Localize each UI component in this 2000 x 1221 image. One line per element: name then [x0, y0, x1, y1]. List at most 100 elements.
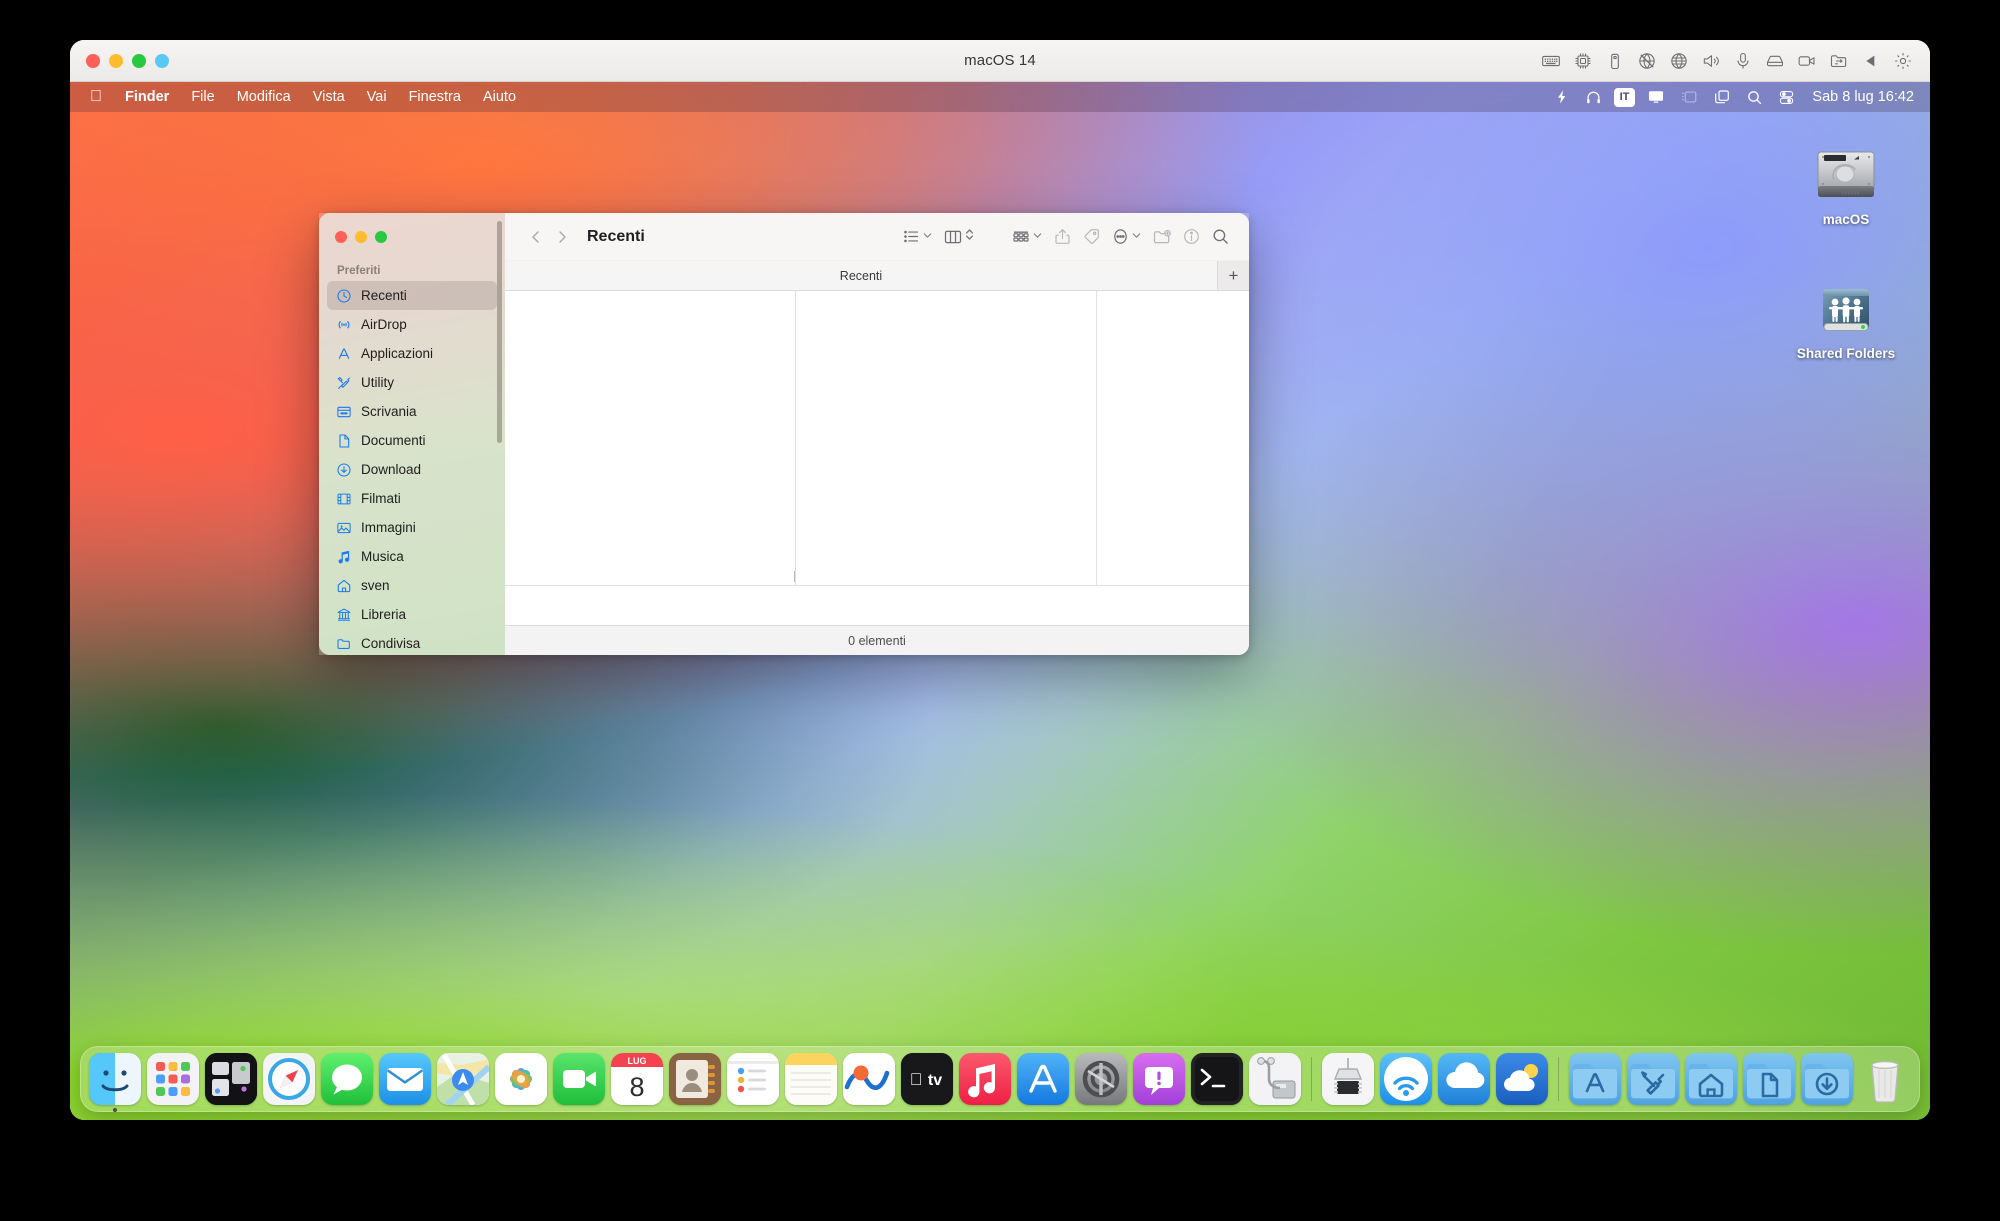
finder-minimize-button[interactable] [355, 231, 367, 243]
dock-item-icloud[interactable] [1438, 1053, 1490, 1105]
sidebar-item-sven[interactable]: sven [327, 571, 497, 600]
globe-icon[interactable] [1664, 47, 1694, 75]
dock-folder-documents[interactable] [1743, 1053, 1795, 1105]
stepper-icon[interactable] [964, 227, 975, 247]
harddisk-icon[interactable] [1760, 47, 1790, 75]
keyboard-icon[interactable] [1536, 47, 1566, 75]
dock-item-maps[interactable] [437, 1053, 489, 1105]
search-button[interactable] [1206, 224, 1235, 250]
play-triangle-icon[interactable] [1856, 47, 1886, 75]
tag-button[interactable] [1077, 224, 1106, 250]
sidebar-item-recenti[interactable]: Recenti [327, 281, 497, 310]
dock-item-appstore[interactable] [1017, 1053, 1069, 1105]
menubar-clock[interactable]: Sab 8 lug 16:42 [1804, 89, 1914, 105]
dock-item-safari[interactable] [263, 1053, 315, 1105]
dock-item-weather[interactable] [1496, 1053, 1548, 1105]
desktop[interactable]:  Finder File Modifica Vista Vai Finestr… [70, 82, 1930, 1120]
usb-icon[interactable] [1600, 47, 1630, 75]
dock-folder-downloads[interactable] [1801, 1053, 1853, 1105]
dock-item-messages[interactable] [321, 1053, 373, 1105]
desktop-icon-macos[interactable]: macOS [1786, 134, 1906, 227]
dock-item-system-settings[interactable] [1075, 1053, 1127, 1105]
shared-folder-icon[interactable] [1824, 47, 1854, 75]
sidebar-scroll-area[interactable]: Preferiti Recenti AirDrop Applicazioni [319, 261, 505, 655]
dock-item-photos[interactable] [495, 1053, 547, 1105]
dock-item-mail[interactable] [379, 1053, 431, 1105]
control-center-icon[interactable] [1772, 82, 1801, 112]
sidebar-item-airdrop[interactable]: AirDrop [327, 310, 497, 339]
dock-item-contacts[interactable] [669, 1053, 721, 1105]
dock-item-mission-control[interactable] [205, 1053, 257, 1105]
dock-item-appletv[interactable]:  tv [901, 1053, 953, 1105]
dock-folder-home[interactable] [1685, 1053, 1737, 1105]
dock-item-facetime[interactable] [553, 1053, 605, 1105]
column-3[interactable] [1097, 291, 1249, 585]
column-2[interactable] [796, 291, 1096, 585]
dock-folder-utilities[interactable] [1627, 1053, 1679, 1105]
speaker-icon[interactable] [1696, 47, 1726, 75]
menu-vista[interactable]: Vista [302, 82, 356, 112]
dock-item-calendar[interactable]: LUG 8 [611, 1053, 663, 1105]
column-view-button[interactable] [938, 224, 980, 250]
chevron-down-icon[interactable] [1131, 228, 1142, 246]
forward-button[interactable] [549, 224, 575, 250]
sidebar-item-documenti[interactable]: Documenti [327, 426, 497, 455]
menu-finestra[interactable]: Finestra [398, 82, 472, 112]
share-button[interactable] [1048, 224, 1077, 250]
info-button[interactable] [1177, 224, 1206, 250]
dock-item-podcasts[interactable] [1133, 1053, 1185, 1105]
sidebar-item-applicazioni[interactable]: Applicazioni [327, 339, 497, 368]
desktop-icon-shared-folders[interactable]: Shared Folders [1786, 268, 1906, 361]
apple-menu-icon[interactable]:  [82, 82, 114, 112]
finder-sidebar[interactable]: Preferiti Recenti AirDrop Applicazioni [319, 213, 505, 655]
more-actions-button[interactable] [1106, 224, 1147, 250]
network-disabled-icon[interactable] [1632, 47, 1662, 75]
menu-aiuto[interactable]: Aiuto [472, 82, 527, 112]
dock-folder-applications[interactable] [1569, 1053, 1621, 1105]
sidebar-item-libreria[interactable]: Libreria [327, 600, 497, 629]
sidebar-item-filmati[interactable]: Filmati [327, 484, 497, 513]
gear-icon[interactable] [1888, 47, 1918, 75]
dock-item-airport-utility[interactable] [1380, 1053, 1432, 1105]
bolt-icon[interactable] [1548, 82, 1576, 112]
sidebar-item-musica[interactable]: Musica [327, 542, 497, 571]
camera-icon[interactable] [1792, 47, 1822, 75]
dock-item-hardware-tool[interactable] [1322, 1053, 1374, 1105]
tab-recenti[interactable]: Recenti [505, 261, 1217, 290]
sidebar-item-utility[interactable]: Utility [327, 368, 497, 397]
sidebar-scrollbar[interactable] [497, 221, 502, 443]
sidebar-item-scrivania[interactable]: Scrivania [327, 397, 497, 426]
group-by-button[interactable] [1006, 224, 1048, 250]
sidebar-icon[interactable] [1674, 82, 1704, 112]
menu-finder[interactable]: Finder [114, 82, 180, 112]
sidebar-item-download[interactable]: Download [327, 455, 497, 484]
finder-zoom-button[interactable] [375, 231, 387, 243]
dock-item-finder[interactable] [89, 1053, 141, 1105]
chevron-down-icon[interactable] [1032, 228, 1043, 246]
finder-window[interactable]: Preferiti Recenti AirDrop Applicazioni [319, 213, 1249, 655]
new-tab-button[interactable]: + [1217, 261, 1249, 290]
microphone-icon[interactable] [1728, 47, 1758, 75]
dock-item-disk-utility[interactable] [1249, 1053, 1301, 1105]
dock-item-notes[interactable] [785, 1053, 837, 1105]
headphones-icon[interactable] [1579, 82, 1608, 112]
menu-file[interactable]: File [180, 82, 225, 112]
list-view-button[interactable] [897, 224, 938, 250]
dock-item-freeform[interactable] [843, 1053, 895, 1105]
dock-item-terminal[interactable] [1191, 1053, 1243, 1105]
sidebar-item-condivisa[interactable]: Condivisa [327, 629, 497, 655]
new-folder-button[interactable] [1147, 224, 1177, 250]
menu-vai[interactable]: Vai [356, 82, 398, 112]
display-icon[interactable] [1641, 82, 1671, 112]
menu-modifica[interactable]: Modifica [226, 82, 302, 112]
finder-close-button[interactable] [335, 231, 347, 243]
cpu-icon[interactable] [1568, 47, 1598, 75]
sidebar-item-immagini[interactable]: Immagini [327, 513, 497, 542]
dock-item-music[interactable] [959, 1053, 1011, 1105]
windows-icon[interactable] [1707, 82, 1737, 112]
back-button[interactable] [523, 224, 549, 250]
dock-item-reminders[interactable] [727, 1053, 779, 1105]
search-icon[interactable] [1740, 82, 1769, 112]
finder-column-view[interactable] [505, 291, 1249, 585]
dock-item-trash[interactable] [1859, 1053, 1911, 1105]
